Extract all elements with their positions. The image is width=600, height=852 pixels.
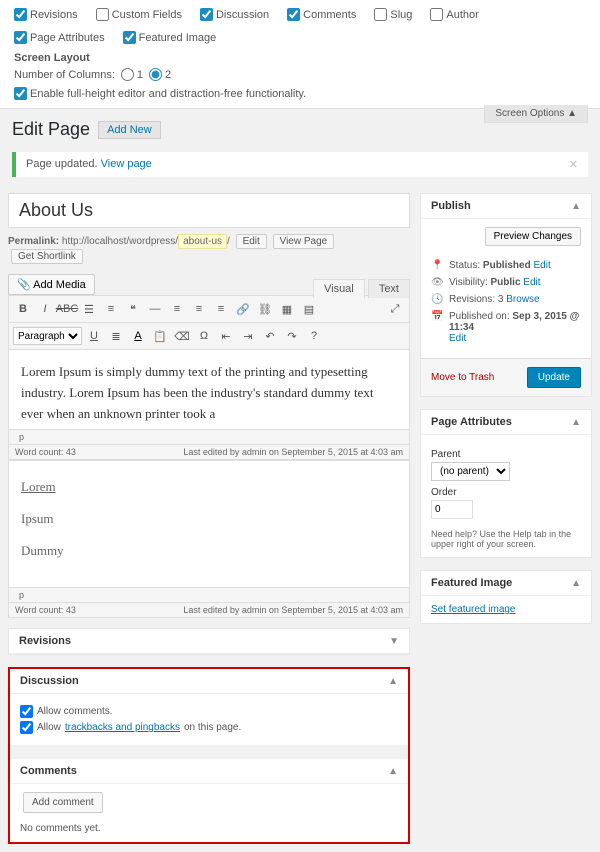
hr-icon[interactable]: — xyxy=(145,300,165,318)
update-button[interactable]: Update xyxy=(527,367,581,388)
add-comment-button[interactable]: Add comment xyxy=(23,792,103,813)
chevron-up-icon: ▲ xyxy=(388,766,398,777)
pin-icon: 📍 xyxy=(431,260,443,271)
screen-option-page-attributes[interactable]: Page Attributes xyxy=(14,31,105,44)
full-height-label: Enable full-height editor and distractio… xyxy=(30,88,306,100)
screen-option-comments[interactable]: Comments xyxy=(287,8,356,21)
paragraph-select[interactable]: Paragraph xyxy=(13,327,82,345)
discussion-panel-header[interactable]: Discussion▲ xyxy=(10,669,408,694)
permalink-edit-button[interactable]: Edit xyxy=(236,234,267,249)
status-edit-link[interactable]: Edit xyxy=(534,260,551,271)
tab-text[interactable]: Text xyxy=(368,279,410,298)
screen-layout-heading: Screen Layout xyxy=(14,52,586,64)
screen-option-discussion[interactable]: Discussion xyxy=(200,8,269,21)
no-comments-text: No comments yet. xyxy=(20,823,398,834)
permalink-row: Permalink: http://localhost/wordpress/ab… xyxy=(8,234,410,264)
number-list-icon[interactable]: ≡ xyxy=(101,300,121,318)
underline-icon[interactable]: U xyxy=(84,327,104,345)
columns-radio-1[interactable] xyxy=(121,68,134,81)
chevron-up-icon: ▲ xyxy=(388,676,398,687)
update-notice: Page updated. View page ✕ xyxy=(12,152,588,177)
set-featured-image-link[interactable]: Set featured image xyxy=(431,604,516,615)
special-char-icon[interactable]: Ω xyxy=(194,327,214,345)
move-to-trash-link[interactable]: Move to Trash xyxy=(431,372,494,383)
clock-icon: 🕓 xyxy=(431,294,443,305)
word-count: Word count: 43 xyxy=(15,447,76,457)
secondary-content[interactable]: Lorem Ipsum Dummy xyxy=(8,460,410,588)
featured-image-header[interactable]: Featured Image▲ xyxy=(421,571,591,596)
add-media-button[interactable]: 📎 Add Media xyxy=(8,274,95,295)
link-icon[interactable]: 🔗 xyxy=(233,300,253,318)
get-shortlink-button[interactable]: Get Shortlink xyxy=(11,249,83,264)
text-color-icon[interactable]: A xyxy=(128,327,148,345)
screen-option-slug[interactable]: Slug xyxy=(374,8,412,21)
preview-changes-button[interactable]: Preview Changes xyxy=(485,227,581,246)
align-right-icon[interactable]: ≡ xyxy=(211,300,231,318)
toolbar-toggle-icon[interactable]: ▤ xyxy=(299,300,319,318)
screen-option-custom-fields[interactable]: Custom Fields xyxy=(96,8,182,21)
clear-icon[interactable]: ⌫ xyxy=(172,327,192,345)
chevron-down-icon: ▼ xyxy=(389,636,399,647)
allow-comments-checkbox[interactable] xyxy=(20,705,33,718)
slug-highlight: about-us xyxy=(178,234,227,249)
paste-icon[interactable]: 📋 xyxy=(150,327,170,345)
page-title: Edit Page xyxy=(12,119,90,140)
status-bar: Word count: 43 Last edited by admin on S… xyxy=(8,445,410,460)
screen-option-featured-image[interactable]: Featured Image xyxy=(123,31,217,44)
comments-panel-header[interactable]: Comments▲ xyxy=(10,759,408,784)
order-input[interactable] xyxy=(431,500,473,519)
parent-select[interactable]: (no parent) xyxy=(431,462,510,481)
align-center-icon[interactable]: ≡ xyxy=(189,300,209,318)
calendar-icon: 📅 xyxy=(431,311,443,322)
screen-options-panel: Revisions Custom Fields Discussion Comments… xyxy=(0,0,600,109)
status-bar-2: Word count: 43 Last edited by admin on S… xyxy=(8,603,410,618)
editor-content[interactable]: Lorem Ipsum is simply dummy text of the … xyxy=(8,350,410,430)
fullscreen-icon[interactable]: ⤢ xyxy=(385,300,405,318)
quote-icon[interactable]: ❝ xyxy=(123,300,143,318)
last-edited: Last edited by admin on September 5, 201… xyxy=(183,447,403,457)
italic-icon[interactable]: I xyxy=(35,300,55,318)
editor-toolbar-2: Paragraph U ≣ A 📋 ⌫ Ω ⇤ ⇥ ↶ ↷ ? xyxy=(8,323,410,350)
browse-revisions-link[interactable]: Browse xyxy=(506,294,539,305)
screen-options-toggle[interactable]: Screen Options ▲ xyxy=(484,105,588,123)
undo-icon[interactable]: ↶ xyxy=(260,327,280,345)
screen-option-revisions[interactable]: Revisions xyxy=(14,8,78,21)
justify-icon[interactable]: ≣ xyxy=(106,327,126,345)
published-edit-link[interactable]: Edit xyxy=(449,333,466,344)
bullet-list-icon[interactable]: ☰ xyxy=(79,300,99,318)
screen-option-author[interactable]: Author xyxy=(430,8,478,21)
title-input[interactable] xyxy=(8,193,410,228)
allow-trackbacks-checkbox[interactable] xyxy=(20,721,33,734)
publish-panel-header[interactable]: Publish▲ xyxy=(421,194,591,219)
align-left-icon[interactable]: ≡ xyxy=(167,300,187,318)
view-page-link[interactable]: View page xyxy=(101,158,152,170)
visibility-edit-link[interactable]: Edit xyxy=(523,277,540,288)
view-page-button[interactable]: View Page xyxy=(273,234,335,249)
dismiss-icon[interactable]: ✕ xyxy=(569,158,578,171)
columns-row: Number of Columns: 1 2 xyxy=(14,68,586,81)
eye-icon: 👁 xyxy=(431,277,443,288)
page-attributes-header[interactable]: Page Attributes▲ xyxy=(421,410,591,435)
indent-icon[interactable]: ⇥ xyxy=(238,327,258,345)
redo-icon[interactable]: ↷ xyxy=(282,327,302,345)
help-note: Need help? Use the Help tab in the upper… xyxy=(431,529,581,549)
unlink-icon[interactable]: ⛓ xyxy=(255,300,275,318)
columns-radio-2[interactable] xyxy=(149,68,162,81)
columns-label: Number of Columns: xyxy=(14,69,115,81)
help-icon[interactable]: ? xyxy=(304,327,324,345)
outdent-icon[interactable]: ⇤ xyxy=(216,327,236,345)
revisions-panel-header[interactable]: Revisions▼ xyxy=(9,629,409,654)
bold-icon[interactable]: B xyxy=(13,300,33,318)
page-header: Edit Page Add New Screen Options ▲ xyxy=(0,109,600,144)
more-icon[interactable]: ▦ xyxy=(277,300,297,318)
add-new-button[interactable]: Add New xyxy=(98,121,161,139)
editor-toolbar-1: B I ABC ☰ ≡ ❝ — ≡ ≡ ≡ 🔗 ⛓ ▦ ▤ ⤢ xyxy=(8,295,410,323)
highlighted-region: Discussion▲ Allow comments. Allow trackb… xyxy=(8,667,410,844)
tab-visual[interactable]: Visual xyxy=(313,279,365,298)
full-height-checkbox[interactable] xyxy=(14,87,27,100)
trackbacks-link[interactable]: trackbacks and pingbacks xyxy=(65,722,180,733)
strike-icon[interactable]: ABC xyxy=(57,300,77,318)
